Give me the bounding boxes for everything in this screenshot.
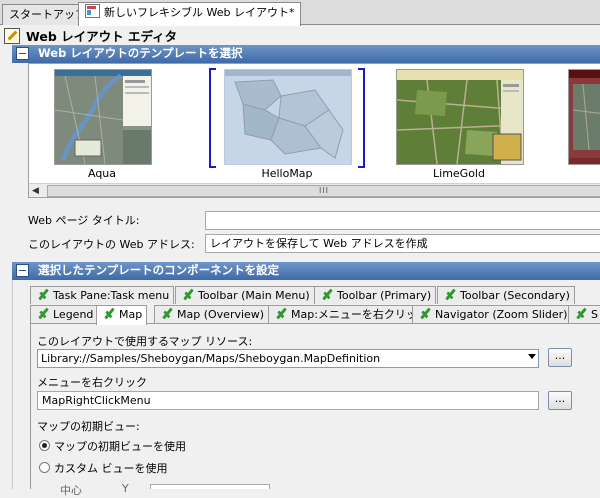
check-icon	[36, 289, 50, 301]
context-menu-label: メニューを右クリック	[37, 376, 147, 389]
web-address-label: このレイアウトの Web アドレス:	[28, 238, 195, 251]
template-thumb-aqua[interactable]	[54, 69, 152, 165]
tab-flexible-web-layout-label: 新しいフレキシブル Web レイアウト*	[104, 6, 295, 19]
template-label-hellomap: HelloMap	[261, 167, 313, 180]
check-icon	[274, 308, 288, 320]
web-page-title-input[interactable]	[205, 211, 600, 230]
check-icon	[418, 308, 432, 320]
scrollbar-thumb[interactable]: III	[47, 185, 600, 197]
radio-use-initial-view[interactable]	[39, 440, 50, 451]
initial-view-label: マップの初期ビュー:	[37, 420, 140, 433]
tab-startup-label: スタートアップ	[9, 8, 86, 21]
template-label-aqua: Aqua	[87, 167, 117, 180]
tab-map-overview[interactable]: Map (Overview)	[154, 305, 270, 323]
context-menu-input[interactable]: MapRightClickMenu	[37, 391, 539, 410]
tab-map-right-click-menu[interactable]: Map:メニューを右クリック	[268, 305, 433, 323]
tab-label: Legend	[53, 308, 94, 321]
template-label-limegold: LimeGold	[433, 167, 485, 180]
tab-toolbar-main-menu[interactable]: Toolbar (Main Menu)	[175, 286, 315, 304]
editor-title: Web レイアウト エディタ	[4, 27, 177, 47]
map-resource-browse-button[interactable]: ...	[548, 348, 572, 367]
scroll-left-arrow-icon[interactable]: ◀	[32, 186, 39, 196]
aqua-map-preview-icon	[55, 70, 151, 164]
check-icon	[160, 308, 174, 320]
template-section-header[interactable]: Web レイアウトのテンプレートを選択	[12, 45, 600, 63]
map-resource-label: このレイアウトで使用するマップ リソース:	[37, 335, 253, 348]
chevron-down-icon[interactable]	[528, 354, 536, 359]
map-resource-dropdown[interactable]: Library://Samples/Sheboygan/Maps/Sheboyg…	[37, 349, 539, 368]
radio-custom-view[interactable]	[39, 462, 50, 473]
scrollbar-grip: III	[318, 186, 330, 195]
tab-label: Map (Overview)	[177, 308, 265, 321]
tab-task-pane-task-menu[interactable]: Task Pane:Task menu	[30, 286, 175, 304]
web-address-value: レイアウトを保存して Web アドレスを作成	[205, 234, 600, 253]
center-label: 中心	[60, 484, 82, 497]
tab-label: Map	[119, 308, 143, 321]
radio-custom-view-label[interactable]: カスタム ビューを使用	[54, 460, 168, 476]
editor-title-text: Web レイアウト エディタ	[26, 29, 178, 44]
collapse-icon[interactable]	[16, 264, 29, 277]
check-icon	[181, 289, 195, 301]
context-menu-browse-button[interactable]: ...	[548, 391, 572, 410]
components-section-header[interactable]: 選択したテンプレートのコンポーネントを設定	[12, 262, 600, 280]
partial-map-preview-icon	[569, 70, 600, 158]
template-gallery-scrollbar[interactable]: ◀ III	[29, 183, 600, 197]
tab-label: Task Pane:Task menu	[53, 289, 170, 302]
edit-pencil-icon	[4, 28, 20, 44]
template-section-title: Web レイアウトのテンプレートを選択	[38, 46, 243, 60]
tab-flexible-web-layout[interactable]: 新しいフレキシブル Web レイアウト*	[78, 2, 302, 26]
web-page-title-label: Web ページ タイトル:	[28, 214, 140, 227]
map-resource-value: Library://Samples/Sheboygan/Maps/Sheboyg…	[41, 352, 381, 365]
template-thumb-partial[interactable]	[568, 69, 600, 165]
hellomap-map-preview-icon	[225, 70, 351, 164]
selection-bracket-right	[358, 68, 365, 168]
tab-label: Map:メニューを右クリック	[291, 308, 428, 321]
tab-legend[interactable]: Legend	[30, 305, 99, 323]
selection-bracket-left	[209, 68, 216, 168]
collapse-icon[interactable]	[16, 47, 29, 60]
components-section-title: 選択したテンプレートのコンポーネントを設定	[38, 263, 280, 277]
check-icon	[36, 308, 50, 320]
check-icon	[443, 289, 457, 301]
check-icon	[102, 308, 116, 320]
tab-label: Toolbar (Secondary)	[460, 289, 570, 302]
tab-label: Toolbar (Main Menu)	[198, 289, 310, 302]
limegold-map-preview-icon	[397, 70, 523, 164]
radio-use-initial-view-label[interactable]: マップの初期ビューを使用	[54, 438, 186, 454]
tab-partial-s[interactable]: S	[568, 305, 600, 323]
tab-label: Navigator (Zoom Slider)	[435, 308, 568, 321]
tab-label: Toolbar (Primary)	[337, 289, 432, 302]
center-y-input[interactable]	[150, 484, 270, 489]
document-tab-strip: スタートアップ 新しいフレキシブル Web レイアウト*	[0, 0, 600, 26]
check-icon	[574, 308, 588, 320]
tab-toolbar-primary[interactable]: Toolbar (Primary)	[314, 286, 437, 304]
tab-navigator-zoom-slider[interactable]: Navigator (Zoom Slider)	[412, 305, 573, 323]
tab-label: S	[591, 308, 598, 321]
tab-map[interactable]: Map	[96, 305, 148, 325]
tab-toolbar-secondary[interactable]: Toolbar (Secondary)	[437, 286, 575, 304]
template-gallery: Aqua HelloMap LimeGold ◀ III	[28, 63, 600, 198]
web-layout-icon	[85, 4, 100, 18]
template-thumb-limegold[interactable]	[396, 69, 524, 165]
check-icon	[320, 289, 334, 301]
template-thumb-hellomap[interactable]	[224, 69, 352, 165]
section-left-rule	[12, 280, 13, 489]
